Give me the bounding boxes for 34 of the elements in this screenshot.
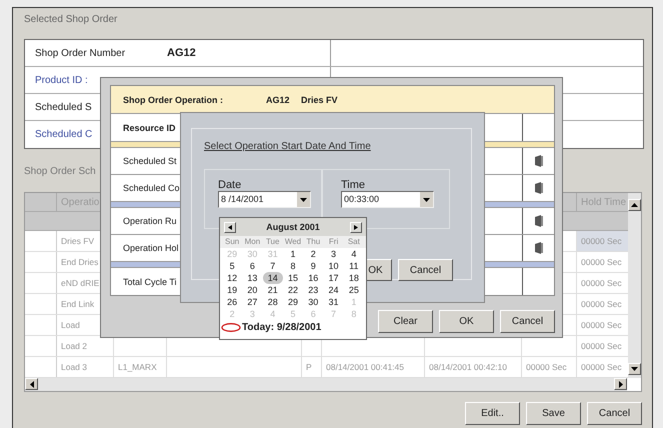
operation-name: Dries FV bbox=[301, 94, 338, 104]
weekday-label: Sat bbox=[346, 236, 361, 248]
weekday-label: Wed bbox=[284, 236, 302, 248]
order-number: AG12 bbox=[266, 94, 291, 104]
field-label: Scheduled Co bbox=[123, 183, 180, 193]
time-label: Time bbox=[341, 180, 366, 191]
field-label: Scheduled S bbox=[35, 102, 93, 112]
field-label: Product ID : bbox=[35, 74, 89, 86]
field-label: Resource ID bbox=[123, 122, 176, 132]
month-title: August 2001 bbox=[266, 222, 320, 232]
table-cell: P bbox=[302, 357, 322, 377]
table-cell: 00000 Sec bbox=[522, 357, 577, 377]
group-title: Selected Shop Order bbox=[24, 13, 118, 27]
weekday-label: Mon bbox=[244, 236, 262, 248]
weekday-label: Fri bbox=[328, 236, 340, 248]
table-cell: 00000 Sec bbox=[577, 231, 629, 251]
field-label: Scheduled C bbox=[35, 129, 94, 140]
field-label: Scheduled St bbox=[123, 156, 177, 166]
date-label: Date bbox=[218, 180, 242, 191]
weekday-label: Thu bbox=[305, 236, 322, 248]
weekday-label: Sun bbox=[224, 236, 240, 248]
field-label: Shop Order Number bbox=[35, 48, 126, 58]
table-cell: 08/14/2001 00:42:10 bbox=[425, 357, 522, 377]
table-cell: 08/14/2001 00:41:45 bbox=[322, 357, 425, 377]
group-title: Shop Order Sch bbox=[24, 166, 97, 178]
field-label: Total Cycle Ti bbox=[123, 276, 177, 286]
field-label: Operation Hol bbox=[123, 243, 179, 253]
header-label: Shop Order Operation : bbox=[122, 94, 224, 104]
table-cell: Load 3 bbox=[57, 357, 114, 377]
weekday-label: Tue bbox=[264, 236, 280, 248]
table-cell: L1_MARX bbox=[114, 357, 167, 377]
field-value: AG12 bbox=[167, 47, 196, 59]
dialog-title: Select Operation Start Date And Time bbox=[204, 141, 371, 152]
field-label: Operation Ru bbox=[123, 216, 177, 226]
